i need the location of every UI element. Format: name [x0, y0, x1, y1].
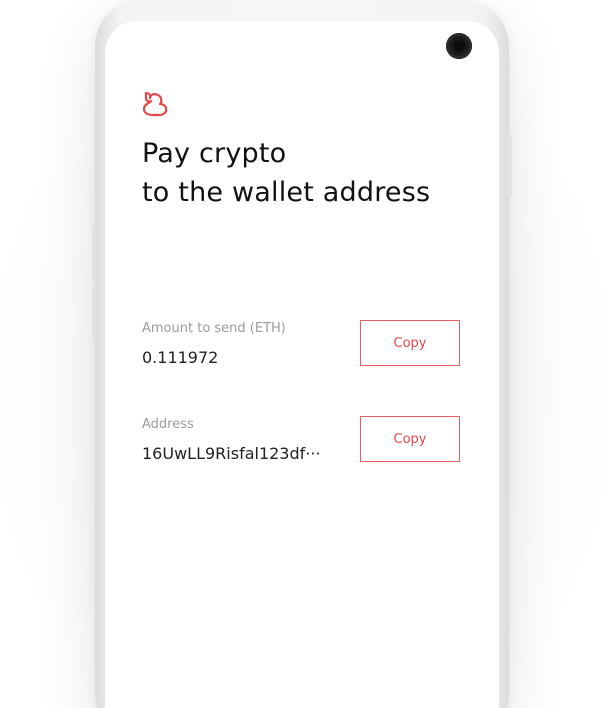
- amount-value: 0.111972: [142, 348, 219, 367]
- page-title: Pay crypto to the wallet address: [142, 134, 430, 212]
- front-camera: [446, 33, 472, 59]
- power-button: [508, 135, 512, 197]
- address-value: 16UwLL9Risfal123df···: [142, 444, 321, 463]
- copy-address-button[interactable]: Copy: [360, 416, 460, 462]
- copy-amount-button[interactable]: Copy: [360, 320, 460, 366]
- volume-down-button: [92, 285, 96, 340]
- title-line-1: Pay crypto: [142, 138, 287, 169]
- volume-up-button: [92, 225, 96, 280]
- stage: Pay crypto to the wallet address Amount …: [0, 0, 605, 708]
- phone-frame: Pay crypto to the wallet address Amount …: [92, 0, 512, 708]
- title-line-2: to the wallet address: [142, 177, 431, 208]
- duck-icon: [141, 89, 169, 117]
- phone-screen: Pay crypto to the wallet address Amount …: [105, 21, 499, 708]
- amount-label: Amount to send (ETH): [142, 321, 286, 336]
- address-label: Address: [142, 417, 194, 432]
